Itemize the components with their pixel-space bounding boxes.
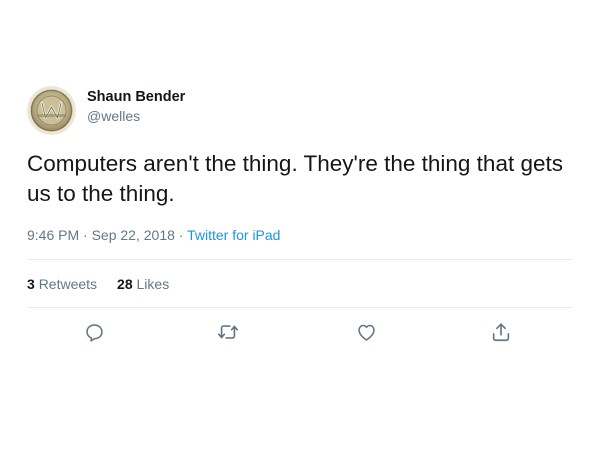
author-name[interactable]: Shaun Bender xyxy=(87,88,185,107)
likes-stat[interactable]: 28 Likes xyxy=(117,276,169,292)
tweet-source-link[interactable]: Twitter for iPad xyxy=(187,227,280,243)
tweet-time[interactable]: 9:46 PM xyxy=(27,227,79,243)
tweet-date[interactable]: Sep 22, 2018 xyxy=(92,227,175,243)
meta-separator: · xyxy=(83,227,88,243)
tweet-card: Shaun Bender @welles Computers aren't th… xyxy=(27,85,572,356)
reply-button[interactable] xyxy=(83,321,105,343)
retweet-icon xyxy=(218,325,238,339)
like-icon xyxy=(357,324,375,341)
retweets-count: 3 xyxy=(27,275,35,292)
share-icon xyxy=(492,323,510,342)
tweet-meta: 9:46 PM · Sep 22, 2018 · Twitter for iPa… xyxy=(27,226,572,245)
reply-icon xyxy=(85,323,103,342)
retweets-label: Retweets xyxy=(38,275,98,292)
tweet-header: Shaun Bender @welles xyxy=(27,85,572,135)
tweet-stats: 3 Retweets 28 Likes xyxy=(27,260,572,307)
meta-separator: · xyxy=(178,227,184,243)
avatar[interactable] xyxy=(27,85,76,135)
user-info: Shaun Bender @welles xyxy=(87,88,185,126)
like-button[interactable] xyxy=(355,321,377,343)
tweet-text: Computers aren't the thing. They're the … xyxy=(27,151,563,206)
westworld-logo-icon xyxy=(27,85,76,135)
likes-label: Likes xyxy=(136,275,170,292)
author-handle[interactable]: @welles xyxy=(87,107,185,126)
retweet-button[interactable] xyxy=(217,321,239,343)
retweets-stat[interactable]: 3 Retweets xyxy=(27,276,97,292)
likes-count: 28 xyxy=(117,275,133,292)
share-button[interactable] xyxy=(490,321,512,343)
tweet-actions xyxy=(27,308,572,356)
